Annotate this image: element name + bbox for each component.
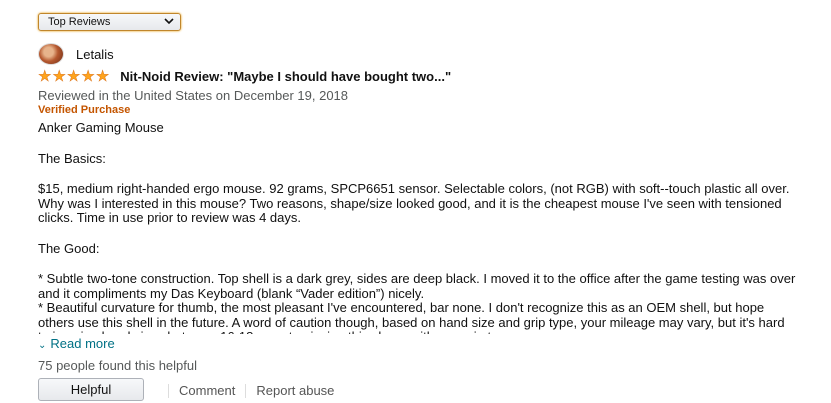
read-more-label: Read more [50,336,115,351]
reviewer-profile[interactable]: Letalis [38,43,114,65]
chevron-down-icon: ⌄ [38,340,47,351]
sort-selected-label: Top Reviews [48,16,111,28]
star-rating[interactable]: ★ ★ ★ ★ ★ [38,68,110,85]
review-body: Anker Gaming Mouse The Basics: $15, medi… [38,121,798,334]
review-paragraph: The Good: [38,240,100,256]
review-paragraph: * Subtle two-tone construction. Top shel… [38,271,796,301]
rating-title-row: ★ ★ ★ ★ ★ Nit-Noid Review: "Maybe I shou… [38,68,451,85]
divider [245,383,247,398]
star-icon: ★ [95,68,110,85]
review-actions: Comment Report abuse [158,383,334,398]
chevron-down-icon [164,14,174,30]
star-icon: ★ [38,68,52,85]
review-paragraph: The Basics: [38,150,106,166]
review-date: Reviewed in the United States on Decembe… [38,88,349,103]
star-icon: ★ [66,68,81,85]
helpful-button[interactable]: Helpful [38,378,144,401]
report-abuse-link[interactable]: Report abuse [256,383,334,398]
divider [168,383,169,398]
review-title[interactable]: Nit-Noid Review: "Maybe I should have bo… [120,69,451,84]
helpful-count: 75 people found this helpful [38,358,198,373]
star-icon: ★ [52,68,66,85]
star-icon: ★ [81,68,95,85]
read-more-link[interactable]: ⌄ Read more [38,336,115,351]
verified-purchase-badge[interactable]: Verified Purchase [38,104,130,116]
comment-link[interactable]: Comment [179,383,235,398]
review-paragraph: $15, medium right-handed ergo mouse. 92 … [38,181,790,225]
reviewer-name[interactable]: Letalis [76,47,114,62]
sort-dropdown[interactable]: Top Reviews [38,13,181,31]
avatar[interactable] [38,43,64,65]
review-paragraph: * Beautiful curvature for thumb, the mos… [38,300,785,334]
review-paragraph: Anker Gaming Mouse [38,121,164,135]
